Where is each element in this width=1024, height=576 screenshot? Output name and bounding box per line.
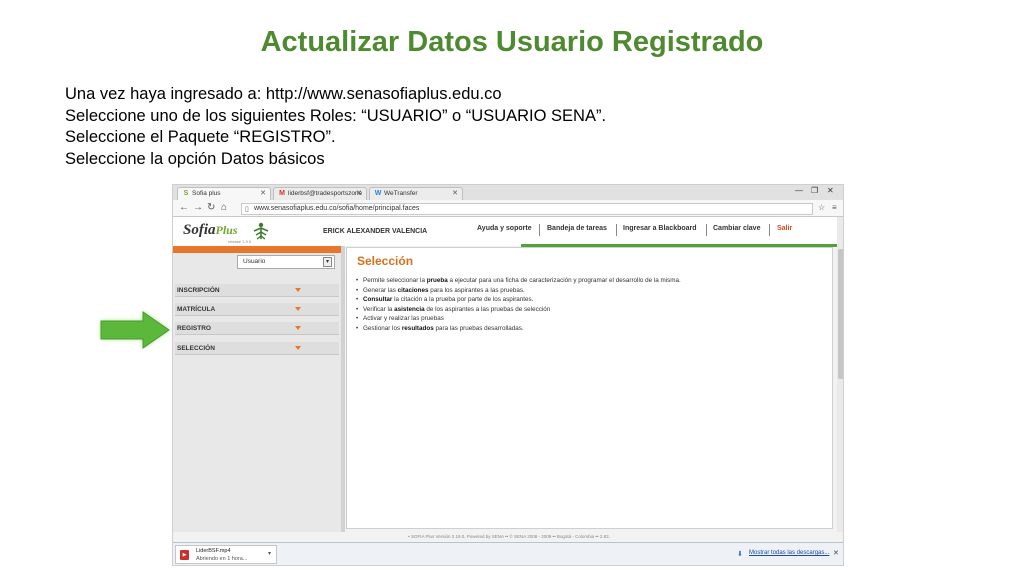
download-status: Abriendo en 1 hora... [196,556,248,562]
expand-arrow-icon [295,346,301,350]
slide-title: Actualizar Datos Usuario Registrado [260,26,764,58]
reload-icon[interactable]: ↻ [207,202,215,213]
site-header: SofiaPlus release 1.9.0 ERICK ALEXANDER … [173,217,843,246]
tab-label: Sofia plus [192,190,221,197]
role-select-value: Usuario [243,258,266,265]
wetransfer-favicon-icon: W [374,190,382,197]
nav-tasks-link[interactable]: Bandeja de tareas [547,225,607,232]
home-icon[interactable]: ⌂ [221,202,227,213]
close-tab-icon[interactable]: ✕ [356,189,362,197]
instruction-line: Seleccione la opción Datos básicos [65,149,325,168]
tab-sofia-plus[interactable]: S Sofia plus ✕ [177,187,271,200]
list-item: Permite seleccionar la prueba a ejecutar… [356,276,681,286]
list-item: Activar y realizar las pruebas [356,314,681,324]
logo-plus: Plus [215,223,238,237]
menu-item-label: INSCRIPCIÓN [177,287,220,294]
download-icon: ⬇ [737,551,743,558]
nav-change-password-link[interactable]: Cambiar clave [713,225,760,232]
show-all-downloads-link[interactable]: Mostrar todas las descargas... [749,550,829,556]
url-field[interactable]: ▯ www.senasofiaplus.edu.co/sofia/home/pr… [241,203,813,215]
forward-icon[interactable]: → [193,202,203,213]
tab-label: WeTransfer [384,190,418,197]
instruction-line: Una vez haya ingresado a: http://www.sen… [65,85,502,103]
page-icon: ▯ [245,206,249,213]
content-title: Selección [357,254,414,268]
sena-logo-icon [253,222,269,240]
menu-item-matricula[interactable]: MATRÍCULA [175,303,339,316]
tab-wetransfer[interactable]: W WeTransfer ✕ [369,187,463,200]
role-select[interactable]: Usuario ▾ [237,255,335,269]
description-list: Permite seleccionar la prueba a ejecutar… [356,276,681,334]
content-panel: Selección Permite seleccionar la prueba … [346,247,833,529]
nav-divider [616,224,617,236]
tab-label: liderbsf@tradesportszone [288,190,363,197]
nav-divider [539,224,540,236]
tab-gmail[interactable]: M liderbsf@tradesportszone ✕ [273,187,367,200]
logo-text: Sofia [183,222,216,238]
address-bar: ← → ↻ ⌂ ▯ www.senasofiaplus.edu.co/sofia… [173,200,843,217]
instructions: Una vez haya ingresado a: http://www.sen… [65,84,606,170]
close-tab-icon[interactable]: ✕ [452,189,458,197]
instruction-line: Seleccione el Paquete “REGISTRO”. [65,128,336,146]
instruction-line: Seleccione uno de los siguientes Roles: … [65,106,607,125]
user-name: ERICK ALEXANDER VALENCIA [323,228,428,235]
expand-arrow-icon [295,307,301,311]
left-panel: Usuario ▾ INSCRIPCIÓN MATRÍCULA REGISTRO… [173,246,341,532]
chevron-down-icon[interactable]: ▾ [268,550,271,557]
minimize-icon[interactable]: — [795,186,803,195]
download-file-name: LiderBSF.mp4 [196,548,231,554]
maximize-icon[interactable]: ❐ [811,186,818,195]
expand-arrow-icon [295,288,301,292]
scrollbar-thumb[interactable] [838,249,843,379]
back-icon[interactable]: ← [179,202,189,213]
close-icon[interactable]: ✕ [833,549,839,557]
sofia-favicon-icon: S [183,190,189,197]
star-icon[interactable]: ☆ [818,203,825,212]
menu-item-inscripcion[interactable]: INSCRIPCIÓN [175,284,339,297]
menu-item-label: SELECCIÓN [177,345,215,352]
video-file-icon: ▶ [180,550,189,560]
gmail-favicon-icon: M [279,190,285,197]
close-window-icon[interactable]: ✕ [827,186,834,195]
nav-blackboard-link[interactable]: Ingresar a Blackboard [623,225,697,232]
menu-item-seleccion[interactable]: SELECCIÓN [175,342,339,355]
close-tab-icon[interactable]: ✕ [260,189,266,197]
expand-arrow-icon [295,326,301,330]
list-item: Consultar la citación a la prueba por pa… [356,295,681,305]
nav-help-link[interactable]: Ayuda y soporte [477,225,532,232]
tab-strip: S Sofia plus ✕ M liderbsf@tradesportszon… [173,185,843,200]
url-text: www.senasofiaplus.edu.co/sofia/home/prin… [254,205,420,212]
browser-screenshot: S Sofia plus ✕ M liderbsf@tradesportszon… [172,184,844,566]
menu-item-label: MATRÍCULA [177,306,216,313]
nav-logout-link[interactable]: Salir [777,225,792,232]
chevron-down-icon[interactable]: ▾ [323,257,332,267]
nav-divider [769,224,770,236]
logo-version: release 1.9.0 [228,239,252,244]
nav-divider [706,224,707,236]
green-arrow-icon [100,311,170,349]
menu-item-registro[interactable]: REGISTRO [175,322,339,335]
sofia-plus-logo[interactable]: SofiaPlus [183,222,238,239]
list-item: Verificar la asistencia de los aspirante… [356,305,681,315]
list-item: Gestionar los resultados para las prueba… [356,324,681,334]
left-accent-bar [173,246,341,253]
menu-item-label: REGISTRO [177,325,211,332]
site-footer: • SOFIA Plus Versión 2.19.0, Powered by … [408,534,610,539]
download-item[interactable]: ▶ LiderBSF.mp4 Abriendo en 1 hora... ▾ [175,545,277,564]
panel-splitter[interactable] [341,246,345,532]
download-bar: ▶ LiderBSF.mp4 Abriendo en 1 hora... ▾ ⬇… [173,542,843,565]
menu-icon[interactable]: ≡ [832,203,837,212]
list-item: Generar las citaciones para los aspirant… [356,286,681,296]
